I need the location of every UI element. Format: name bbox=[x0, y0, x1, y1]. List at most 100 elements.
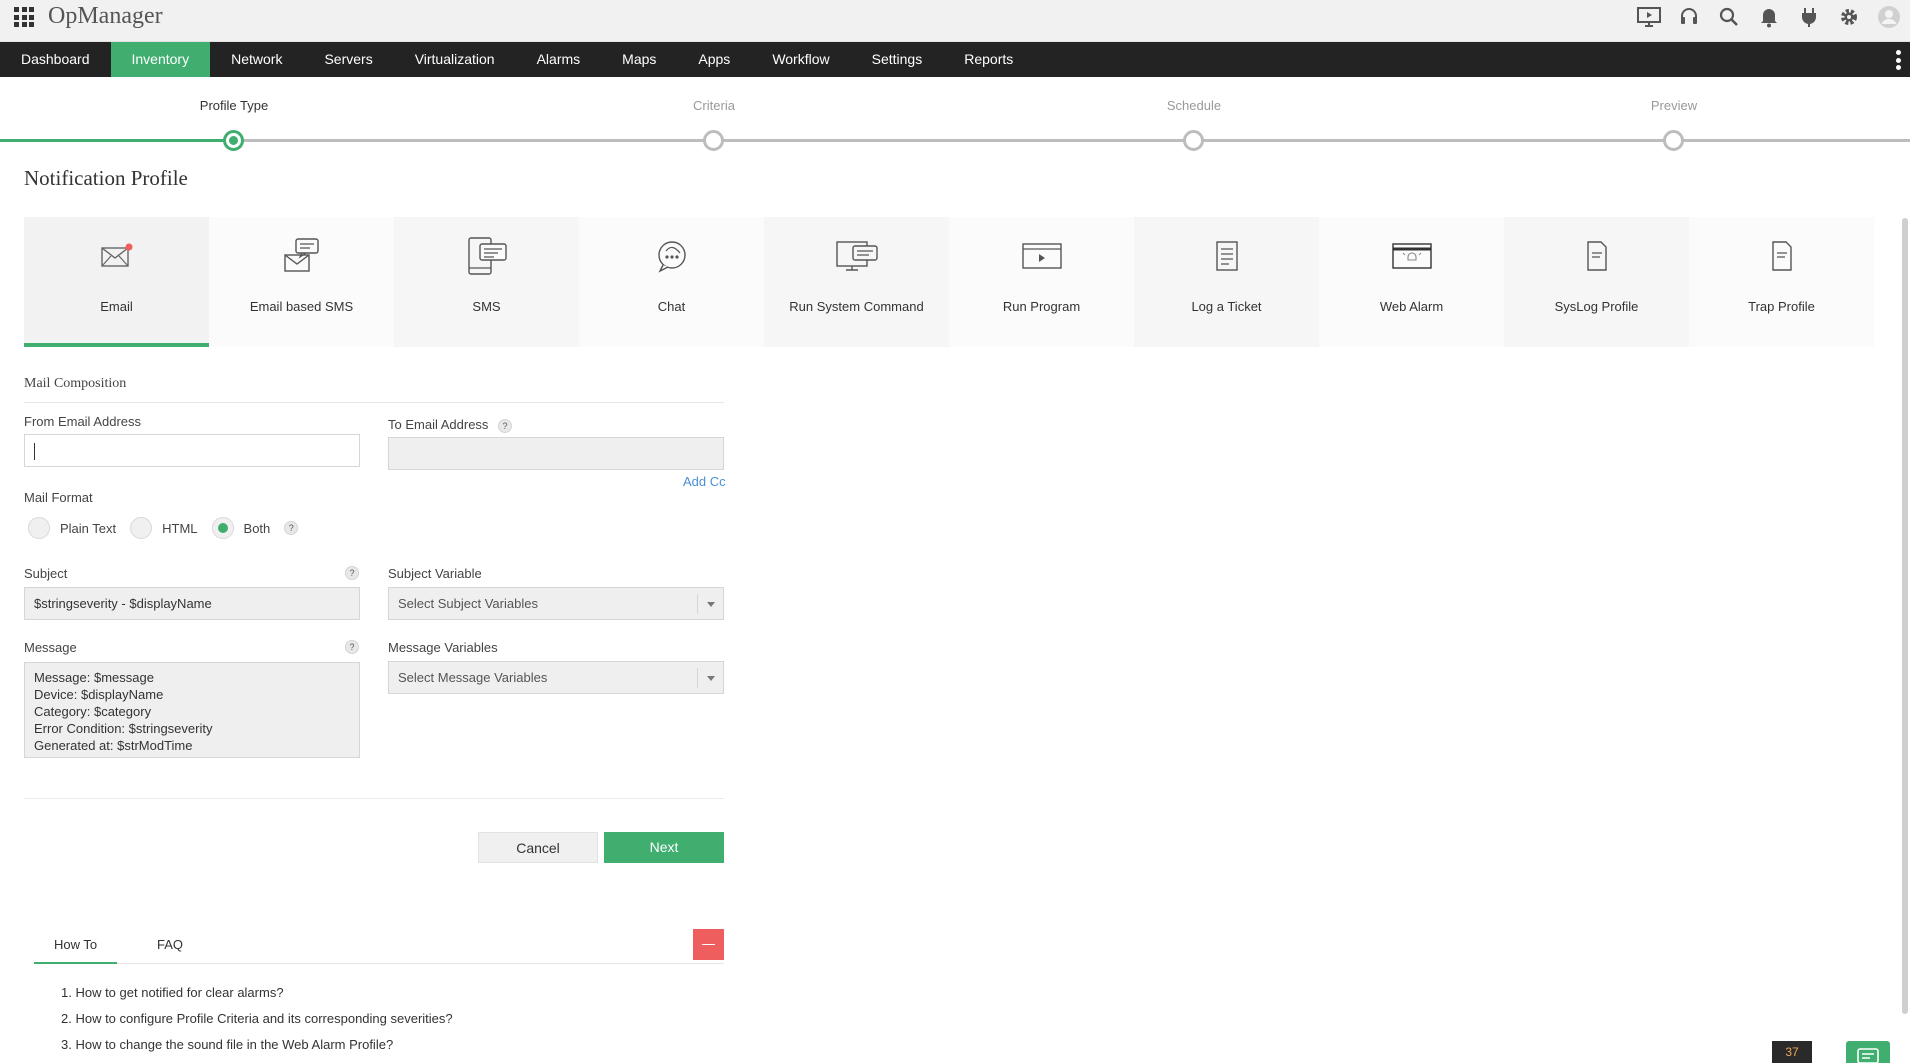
profile-type-tiles: Email Email based SMS SMS Chat Run Syste… bbox=[24, 217, 1875, 347]
page-title: Notification Profile bbox=[24, 166, 188, 190]
nav-workflow[interactable]: Workflow bbox=[751, 42, 850, 77]
step-criteria[interactable]: Criteria bbox=[614, 77, 814, 151]
subject-field[interactable]: $stringseverity - $displayName bbox=[24, 587, 360, 620]
chevron-down-icon[interactable] bbox=[697, 594, 723, 614]
subject-label: Subject bbox=[24, 566, 68, 581]
step-preview[interactable]: Preview bbox=[1574, 77, 1774, 151]
app-grid-icon[interactable] bbox=[14, 7, 34, 27]
profile-type-log-ticket[interactable]: Log a Ticket bbox=[1134, 217, 1319, 347]
tile-label: Chat bbox=[657, 299, 686, 314]
nav-alarms[interactable]: Alarms bbox=[516, 42, 602, 77]
plug-icon[interactable] bbox=[1796, 4, 1822, 30]
main-nav: Dashboard Inventory Network Servers Virt… bbox=[0, 42, 1910, 77]
help-icon[interactable]: ? bbox=[498, 418, 513, 433]
message-variables-select[interactable]: Select Message Variables bbox=[388, 661, 724, 694]
nav-network[interactable]: Network bbox=[210, 42, 303, 77]
from-email-label: From Email Address bbox=[24, 414, 142, 429]
tab-faq[interactable]: FAQ bbox=[137, 928, 203, 964]
tile-label: SysLog Profile bbox=[1554, 299, 1639, 314]
page-scrollbar[interactable] bbox=[1902, 218, 1908, 1014]
syslog-icon bbox=[1504, 233, 1689, 279]
radio-label: HTML bbox=[162, 520, 198, 536]
mail-format-radio-group: Plain Text HTML Both ? bbox=[28, 517, 299, 539]
app-title: OpManager bbox=[48, 3, 163, 29]
notification-count-badge[interactable]: 37 bbox=[1772, 1041, 1812, 1063]
step-schedule[interactable]: Schedule bbox=[1094, 77, 1294, 151]
add-cc-link[interactable]: Add Cc bbox=[683, 474, 726, 489]
from-email-input[interactable] bbox=[34, 435, 350, 466]
to-email-field[interactable] bbox=[388, 437, 724, 470]
to-email-input[interactable] bbox=[398, 438, 714, 469]
subject-variable-label: Subject Variable bbox=[388, 566, 482, 581]
profile-type-web-alarm[interactable]: Web Alarm bbox=[1319, 217, 1504, 347]
nav-reports[interactable]: Reports bbox=[943, 42, 1034, 77]
more-options-icon[interactable] bbox=[1896, 50, 1902, 70]
nav-dashboard[interactable]: Dashboard bbox=[0, 42, 111, 77]
trap-icon bbox=[1689, 233, 1874, 279]
text-cursor bbox=[34, 443, 35, 460]
mail-format-label: Mail Format bbox=[24, 490, 93, 505]
nav-virtualization[interactable]: Virtualization bbox=[394, 42, 516, 77]
sms-icon bbox=[394, 233, 579, 279]
gear-icon[interactable] bbox=[1836, 4, 1862, 30]
help-icon[interactable]: ? bbox=[345, 640, 359, 654]
profile-type-run-system-command[interactable]: Run System Command bbox=[764, 217, 949, 347]
help-icon[interactable]: ? bbox=[284, 521, 299, 535]
profile-type-run-program[interactable]: Run Program bbox=[949, 217, 1134, 347]
to-email-label-group: To Email Address ? bbox=[388, 417, 513, 433]
bell-icon[interactable] bbox=[1756, 4, 1782, 30]
tile-label: Email bbox=[100, 299, 133, 314]
profile-type-email[interactable]: Email bbox=[24, 217, 209, 347]
tile-label: Email based SMS bbox=[249, 299, 354, 314]
nav-settings[interactable]: Settings bbox=[851, 42, 944, 77]
step-dot bbox=[1663, 130, 1684, 151]
how-to-item[interactable]: 1. How to get notified for clear alarms? bbox=[61, 985, 453, 1011]
cancel-button[interactable]: Cancel bbox=[478, 832, 598, 863]
select-placeholder: Select Subject Variables bbox=[398, 596, 538, 611]
help-icon[interactable]: ? bbox=[345, 566, 359, 580]
presentation-icon[interactable] bbox=[1636, 4, 1662, 30]
chat-button[interactable] bbox=[1846, 1041, 1890, 1063]
search-icon[interactable] bbox=[1716, 4, 1742, 30]
radio-plain-text[interactable] bbox=[28, 517, 50, 539]
profile-type-syslog[interactable]: SysLog Profile bbox=[1504, 217, 1689, 347]
step-label: Criteria bbox=[693, 98, 735, 113]
web-alarm-icon bbox=[1319, 233, 1504, 279]
nav-apps[interactable]: Apps bbox=[677, 42, 751, 77]
message-line: Device: $displayName bbox=[34, 687, 164, 702]
user-avatar-icon[interactable] bbox=[1876, 4, 1902, 30]
profile-type-sms[interactable]: SMS bbox=[394, 217, 579, 347]
tab-how-to[interactable]: How To bbox=[34, 928, 118, 964]
how-to-item[interactable]: 3. How to change the sound file in the W… bbox=[61, 1037, 453, 1063]
run-program-icon bbox=[949, 233, 1134, 279]
email-icon bbox=[24, 233, 209, 279]
how-to-item[interactable]: 2. How to configure Profile Criteria and… bbox=[61, 1011, 453, 1037]
step-label: Profile Type bbox=[199, 98, 269, 113]
tile-label: Log a Ticket bbox=[1191, 299, 1262, 314]
nav-inventory[interactable]: Inventory bbox=[110, 42, 211, 77]
profile-type-chat[interactable]: Chat bbox=[579, 217, 764, 347]
section-divider bbox=[24, 402, 724, 403]
message-textarea[interactable]: Message: $message Device: $displayName C… bbox=[24, 662, 360, 758]
radio-both[interactable] bbox=[211, 517, 234, 539]
nav-maps[interactable]: Maps bbox=[601, 42, 677, 77]
step-profile-type[interactable]: Profile Type bbox=[134, 77, 334, 151]
stepper-track bbox=[0, 139, 1910, 142]
subject-variable-select[interactable]: Select Subject Variables bbox=[388, 587, 724, 620]
collapse-icon[interactable] bbox=[693, 929, 724, 960]
tile-label: Run Program bbox=[1002, 299, 1081, 314]
from-email-field[interactable] bbox=[24, 434, 360, 467]
profile-type-trap[interactable]: Trap Profile bbox=[1689, 217, 1874, 347]
chevron-down-icon[interactable] bbox=[697, 668, 723, 688]
headset-icon[interactable] bbox=[1676, 4, 1702, 30]
stepper-progress bbox=[0, 139, 234, 142]
next-button[interactable]: Next bbox=[604, 832, 724, 863]
nav-servers[interactable]: Servers bbox=[303, 42, 393, 77]
step-label: Schedule bbox=[1166, 98, 1222, 113]
form-divider bbox=[24, 798, 724, 799]
select-placeholder: Select Message Variables bbox=[398, 670, 548, 685]
how-to-list: 1. How to get notified for clear alarms?… bbox=[61, 985, 453, 1063]
radio-html[interactable] bbox=[130, 517, 153, 539]
profile-type-email-sms[interactable]: Email based SMS bbox=[209, 217, 394, 347]
message-label: Message bbox=[24, 640, 77, 655]
